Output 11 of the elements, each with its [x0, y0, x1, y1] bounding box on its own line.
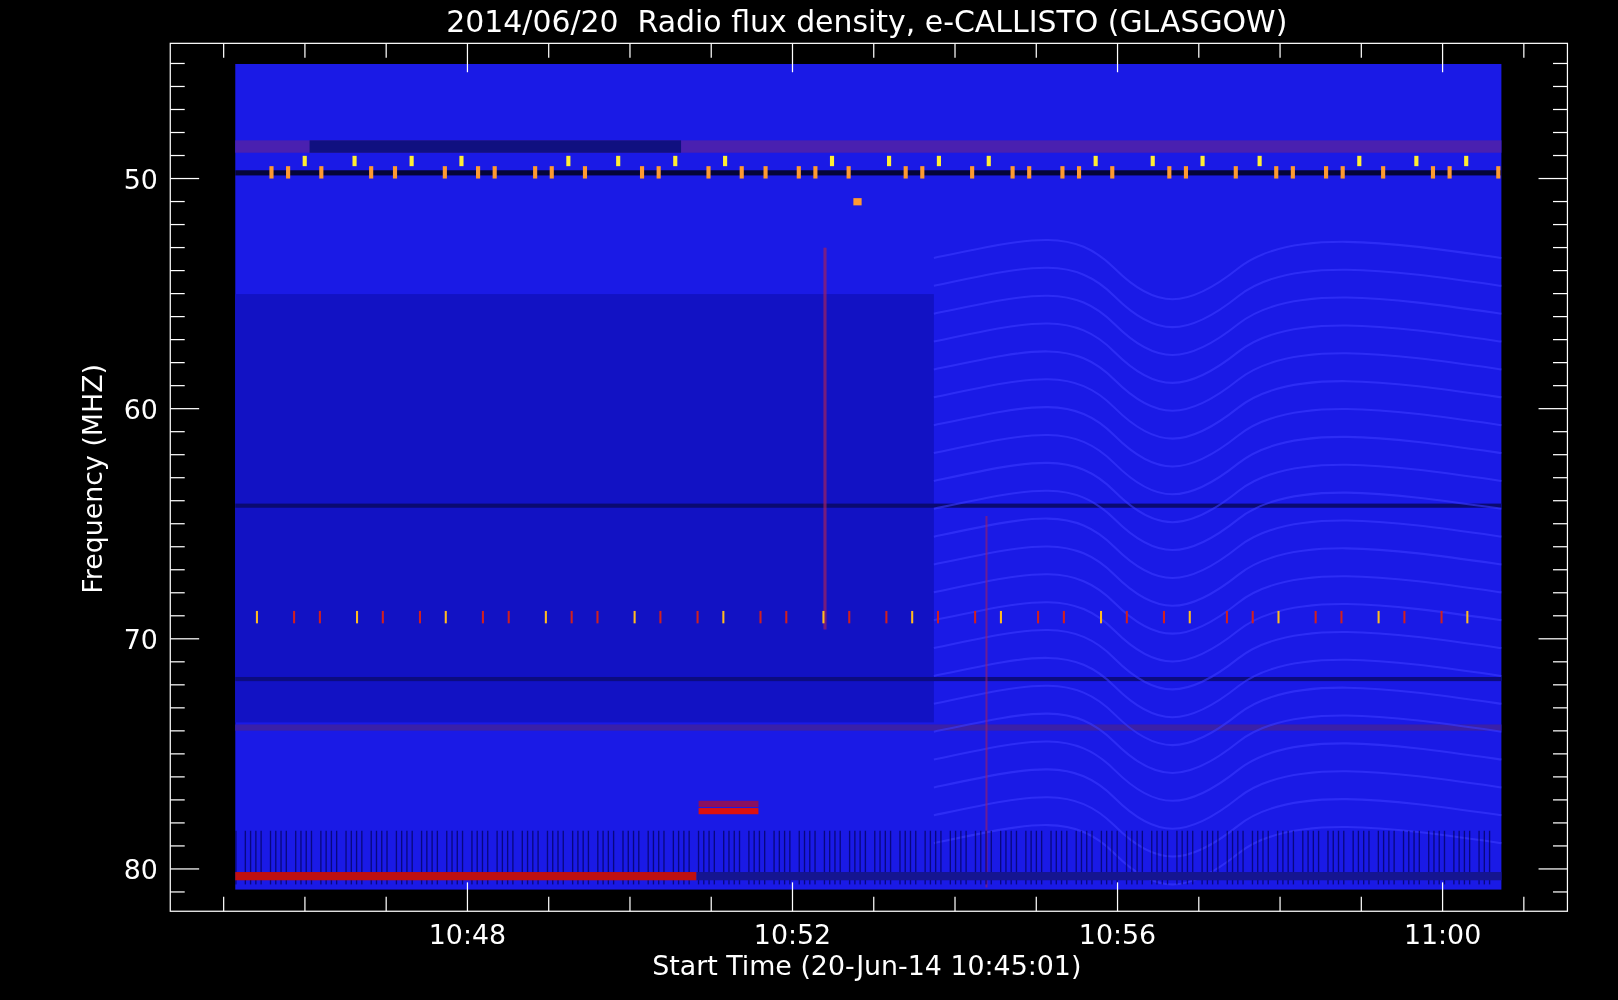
axis-label: Frequency (MHZ): [77, 363, 109, 594]
tick-label: 80: [123, 854, 158, 886]
tick-label: 50: [123, 163, 158, 195]
axis-label: Start Time (20-Jun-14 10:45:01): [652, 950, 1082, 982]
tick-label: 10:52: [753, 919, 832, 951]
tick-label: 11:00: [1403, 919, 1482, 951]
chart-title: 2014/06/20 Radio flux density, e-CALLISTO (GLASGOW): [446, 4, 1288, 39]
tick-label: 70: [123, 624, 158, 656]
tick-label: 10:56: [1078, 919, 1157, 951]
tick-label: 60: [123, 394, 158, 425]
tick-label: 10:48: [428, 919, 507, 951]
